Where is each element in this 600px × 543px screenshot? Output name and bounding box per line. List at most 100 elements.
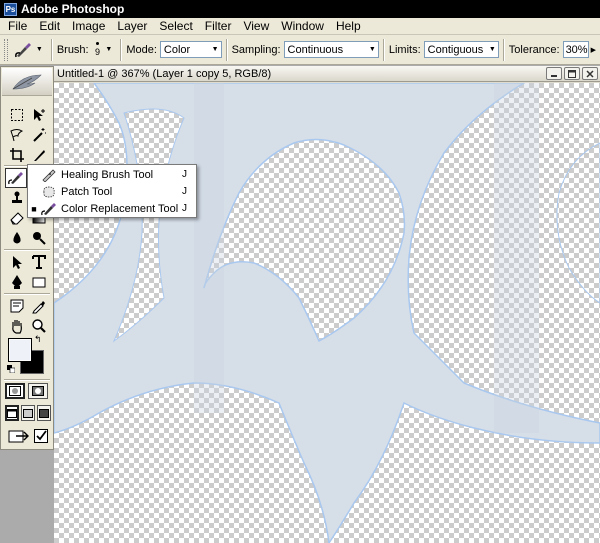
separator	[225, 38, 228, 61]
menu-layer[interactable]: Layer	[111, 18, 153, 35]
standard-mode-button[interactable]	[5, 383, 25, 399]
screen-mode-fullscreen-icon	[39, 408, 49, 418]
swap-colors-icon[interactable]: ↰	[34, 334, 42, 345]
close-button[interactable]	[582, 67, 598, 80]
menu-edit[interactable]: Edit	[33, 18, 66, 35]
notes-icon	[10, 299, 24, 313]
toolbox-header[interactable]	[2, 68, 52, 96]
healing-tools-flyout: Healing Brush Tool J Patch Tool J ■ Colo…	[27, 164, 197, 218]
menu-window[interactable]: Window	[275, 18, 330, 35]
foreground-color-swatch[interactable]	[8, 338, 32, 362]
toolbox-separator	[4, 379, 50, 381]
document-title-bar[interactable]: Untitled-1 @ 367% (Layer 1 copy 5, RGB/8…	[54, 66, 600, 82]
jump-to-imageready-icon	[8, 430, 29, 443]
photoshop-logo-icon: Ps	[4, 2, 17, 16]
maximize-icon	[568, 69, 576, 78]
tool-preset-picker[interactable]	[14, 39, 34, 61]
tool-preset-dropdown-icon[interactable]: ▼	[36, 46, 43, 53]
hand-tool[interactable]	[6, 316, 28, 336]
quick-mask-button[interactable]	[28, 383, 48, 399]
options-bar-grip[interactable]	[4, 38, 8, 61]
document-window-controls	[544, 67, 598, 80]
minimize-button[interactable]	[546, 67, 562, 80]
magic-wand-tool[interactable]	[28, 125, 50, 145]
screen-mode-icon	[7, 408, 17, 418]
screen-mode-full-menu-button[interactable]	[21, 405, 35, 421]
crop-tool[interactable]	[6, 145, 28, 165]
flyout-item-shortcut: J	[182, 203, 187, 214]
chevron-down-icon: ▼	[368, 46, 376, 53]
move-tool[interactable]	[28, 105, 50, 125]
document-title: Untitled-1 @ 367% (Layer 1 copy 5, RGB/8…	[57, 67, 272, 80]
toolbox-separator	[4, 293, 50, 295]
blur-tool[interactable]	[6, 228, 28, 248]
jump-to-imageready-button[interactable]	[6, 426, 32, 446]
limits-select-value: Contiguous	[427, 43, 484, 56]
flyout-item-label: Color Replacement Tool	[61, 202, 179, 215]
flyout-item-patch[interactable]: Patch Tool J	[28, 183, 196, 200]
limits-label: Limits:	[388, 43, 421, 56]
limits-select[interactable]: Contiguous ▼	[423, 41, 499, 58]
brush-dropdown-icon[interactable]: ▼	[105, 46, 112, 53]
rectangle-tool[interactable]	[28, 272, 50, 292]
brush-picker[interactable]: 9	[92, 39, 104, 61]
screen-mode-full-button[interactable]	[37, 405, 51, 421]
type-tool[interactable]	[28, 252, 50, 272]
mode-select-value: Color	[163, 43, 191, 56]
default-colors-icon[interactable]	[7, 365, 15, 373]
flyout-item-label: Patch Tool	[61, 185, 113, 198]
color-replacement-tool[interactable]	[5, 168, 27, 188]
blur-icon	[13, 232, 21, 244]
tolerance-label: Tolerance:	[508, 43, 560, 56]
crop-icon	[10, 148, 24, 162]
flyout-item-color-replacement[interactable]: ■ Color Replacement Tool J	[28, 200, 196, 217]
standard-mode-icon	[9, 386, 21, 396]
pen-icon	[12, 275, 22, 289]
tolerance-slider-icon[interactable]: ▶	[591, 46, 596, 54]
flyout-item-healing-brush[interactable]: Healing Brush Tool J	[28, 166, 196, 183]
zoom-icon	[32, 319, 46, 333]
screen-mode-standard-button[interactable]	[5, 405, 19, 421]
lasso-tool[interactable]	[6, 125, 28, 145]
shade-band-2	[494, 83, 539, 433]
mode-label: Mode:	[126, 43, 157, 56]
clone-stamp-tool[interactable]	[6, 188, 28, 208]
eyedropper-icon	[32, 301, 45, 314]
zoom-tool[interactable]	[28, 316, 50, 336]
separator	[120, 38, 123, 61]
toolbox: ↰	[0, 66, 54, 450]
path-selection-icon	[13, 256, 22, 269]
toolbox-separator	[4, 249, 50, 251]
chevron-down-icon: ▼	[211, 46, 219, 53]
canvas-artwork	[54, 83, 600, 543]
menu-view[interactable]: View	[237, 18, 275, 35]
path-selection-tool[interactable]	[6, 252, 28, 272]
patch-icon	[43, 186, 55, 197]
menu-image[interactable]: Image	[66, 18, 111, 35]
imageready-check-button[interactable]	[32, 426, 50, 446]
menu-filter[interactable]: Filter	[199, 18, 238, 35]
document-canvas[interactable]	[54, 83, 600, 543]
dodge-tool[interactable]	[28, 228, 50, 248]
menu-help[interactable]: Help	[330, 18, 367, 35]
slice-tool[interactable]	[28, 145, 50, 165]
flyout-item-shortcut: J	[182, 186, 187, 197]
sampling-select[interactable]: Continuous ▼	[283, 41, 379, 58]
marquee-tool[interactable]	[6, 105, 28, 125]
menu-select[interactable]: Select	[153, 18, 198, 35]
document-window: Untitled-1 @ 367% (Layer 1 copy 5, RGB/8…	[54, 66, 600, 543]
menu-file[interactable]: File	[2, 18, 33, 35]
flyout-item-shortcut: J	[182, 169, 187, 180]
brush-label: Brush:	[56, 43, 89, 56]
color-replacement-icon	[41, 202, 56, 215]
maximize-button[interactable]	[564, 67, 580, 80]
mode-select[interactable]: Color ▼	[159, 41, 222, 58]
eyedropper-tool[interactable]	[28, 296, 50, 316]
dodge-icon	[33, 232, 46, 245]
flyout-item-label: Healing Brush Tool	[61, 168, 154, 181]
tolerance-input[interactable]: 30%	[562, 41, 589, 58]
pen-tool[interactable]	[6, 272, 28, 292]
menu-bar: File Edit Image Layer Select Filter View…	[0, 18, 600, 35]
notes-tool[interactable]	[6, 296, 28, 316]
eraser-tool[interactable]	[6, 208, 28, 228]
